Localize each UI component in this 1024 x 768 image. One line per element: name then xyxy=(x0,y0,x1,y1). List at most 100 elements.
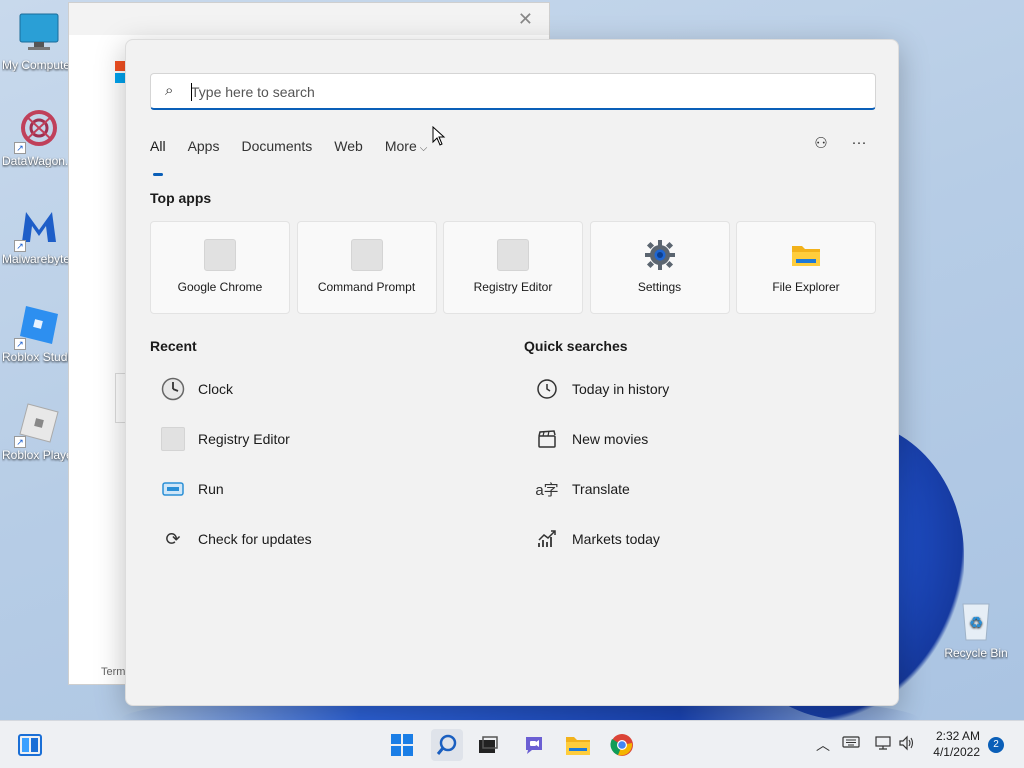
malwarebytes-icon: ↗ xyxy=(14,204,62,252)
taskbar-clock[interactable]: 2:32 AM 4/1/2022 xyxy=(933,728,980,760)
top-app-label: Google Chrome xyxy=(177,280,263,294)
desktop-icon-label: Roblox Player xyxy=(2,448,76,462)
feedback-icon[interactable]: ⚇ xyxy=(812,134,830,152)
search-tabs: All Apps Documents Web More ⌵ xyxy=(150,136,449,176)
chart-icon xyxy=(535,527,559,551)
list-item-label: Markets today xyxy=(572,531,660,547)
recent-item-registry-editor[interactable]: Registry Editor xyxy=(150,414,490,464)
tab-more[interactable]: More ⌵ xyxy=(385,136,428,166)
file-explorer-taskbar-button[interactable] xyxy=(562,729,594,761)
taskbar: ︿ 2:32 AM 4/1/2022 2 xyxy=(0,720,1024,768)
chevron-down-icon: ⌵ xyxy=(419,143,428,154)
search-box[interactable]: ⌕ xyxy=(150,73,876,110)
list-item-label: Today in history xyxy=(572,381,670,397)
gear-icon xyxy=(644,239,676,271)
network-icon[interactable] xyxy=(874,735,892,754)
top-app-command-prompt[interactable]: Command Prompt xyxy=(296,221,437,314)
quick-searches-list: Today in history New movies a字 Translate… xyxy=(524,364,864,564)
widgets-button[interactable] xyxy=(14,729,46,761)
terms-link[interactable]: Term xyxy=(101,666,125,678)
desktop-icon-label: DataWagon... xyxy=(2,154,75,168)
monitor-icon xyxy=(16,10,62,56)
placeholder-icon xyxy=(161,427,185,451)
clock-icon xyxy=(161,377,185,401)
recent-item-clock[interactable]: Clock xyxy=(150,364,490,414)
tray-overflow-chevron-icon[interactable]: ︿ xyxy=(816,735,830,755)
close-icon[interactable]: ✕ xyxy=(518,9,533,30)
windows-logo-icon xyxy=(391,734,413,756)
top-app-google-chrome[interactable]: Google Chrome xyxy=(150,221,290,314)
desktop-icon-label: Recycle Bin xyxy=(944,646,1008,660)
desktop-icon-label: Roblox Studio xyxy=(2,350,76,364)
text-caret xyxy=(191,83,192,101)
more-options-icon[interactable]: ··· xyxy=(850,134,868,152)
clock-time: 2:32 AM xyxy=(935,729,980,743)
tab-all[interactable]: All xyxy=(150,136,166,176)
list-item-label: Clock xyxy=(198,381,234,397)
translate-icon: a字 xyxy=(535,481,559,499)
chat-icon xyxy=(526,737,542,754)
start-button[interactable] xyxy=(386,729,418,761)
recycle-bin-icon: ♻ xyxy=(953,598,999,644)
top-app-label: Registry Editor xyxy=(473,280,553,294)
list-item-label: Registry Editor xyxy=(198,431,290,447)
chrome-taskbar-button[interactable] xyxy=(606,729,638,761)
desktop-icon-label: Malwarebytes xyxy=(2,252,76,266)
top-app-settings[interactable]: Settings xyxy=(589,221,730,314)
shortcut-arrow-icon: ↗ xyxy=(14,240,26,252)
placeholder-icon xyxy=(497,239,529,271)
top-apps-row: Google Chrome Command Prompt Registry Ed… xyxy=(150,221,883,314)
desktop-icon-roblox-studio[interactable]: ↗ Roblox Studio xyxy=(2,302,76,364)
tab-label: Documents xyxy=(241,138,313,154)
roblox-studio-icon: ↗ xyxy=(14,302,62,350)
placeholder-icon xyxy=(350,239,383,271)
shortcut-arrow-icon: ↗ xyxy=(14,338,26,350)
search-input[interactable] xyxy=(191,80,851,104)
refresh-icon: ⟳ xyxy=(165,528,181,549)
quick-search-markets-today[interactable]: Markets today xyxy=(524,514,864,564)
desktop-icon-recycle-bin[interactable]: ♻ Recycle Bin xyxy=(944,598,1008,660)
top-app-file-explorer[interactable]: File Explorer xyxy=(736,221,876,314)
recent-item-run[interactable]: Run xyxy=(150,464,490,514)
tab-label: All xyxy=(150,138,166,154)
top-app-label: Settings xyxy=(637,280,682,294)
tab-label: More xyxy=(384,138,417,154)
window-titlebar[interactable]: ✕ xyxy=(69,3,549,35)
task-view-button[interactable] xyxy=(472,729,504,761)
notification-badge[interactable]: 2 xyxy=(988,737,1004,753)
desktop-icon-label: My Computer xyxy=(2,58,75,72)
top-app-label: File Explorer xyxy=(772,280,840,294)
quick-search-translate[interactable]: a字 Translate xyxy=(524,464,864,514)
top-app-registry-editor[interactable]: Registry Editor xyxy=(443,221,583,314)
tab-label: Apps xyxy=(187,138,220,154)
desktop-icon-my-computer[interactable]: My Computer xyxy=(2,10,76,72)
roblox-player-icon: ↗ xyxy=(14,400,62,448)
desktop-icon-malwarebytes[interactable]: ↗ Malwarebytes xyxy=(2,204,76,266)
search-icon xyxy=(436,734,457,755)
chrome-icon xyxy=(610,734,633,756)
widgets-icon xyxy=(18,734,42,756)
search-panel: ⌕ All Apps Documents Web More⌵ ⚇ ··· Top… xyxy=(125,39,899,706)
tab-web[interactable]: Web xyxy=(334,136,363,166)
desktop-icon-datawagon[interactable]: ↗ DataWagon... xyxy=(2,106,76,168)
tab-documents[interactable]: Documents xyxy=(241,136,312,166)
chat-button[interactable] xyxy=(518,729,550,761)
datawagon-icon: ↗ xyxy=(14,106,62,154)
panel-toolbar: ⚇ ··· xyxy=(792,134,868,152)
search-taskbar-button[interactable] xyxy=(431,729,463,761)
desktop-icon-roblox-player[interactable]: ↗ Roblox Player xyxy=(2,400,76,462)
quick-search-today-in-history[interactable]: Today in history xyxy=(524,364,864,414)
recent-item-check-for-updates[interactable]: ⟳ Check for updates xyxy=(150,514,490,564)
shortcut-arrow-icon: ↗ xyxy=(14,436,26,448)
clapperboard-icon xyxy=(535,427,559,451)
keyboard-icon[interactable] xyxy=(842,735,860,752)
history-clock-icon xyxy=(535,377,559,401)
clock-date: 4/1/2022 xyxy=(933,745,980,759)
volume-icon[interactable] xyxy=(898,735,916,754)
top-app-label: Command Prompt xyxy=(317,280,416,294)
tab-apps[interactable]: Apps xyxy=(188,136,220,166)
shortcut-arrow-icon: ↗ xyxy=(14,142,26,154)
quick-search-new-movies[interactable]: New movies xyxy=(524,414,864,464)
mouse-cursor-icon xyxy=(432,125,446,151)
list-item-label: New movies xyxy=(572,431,649,447)
